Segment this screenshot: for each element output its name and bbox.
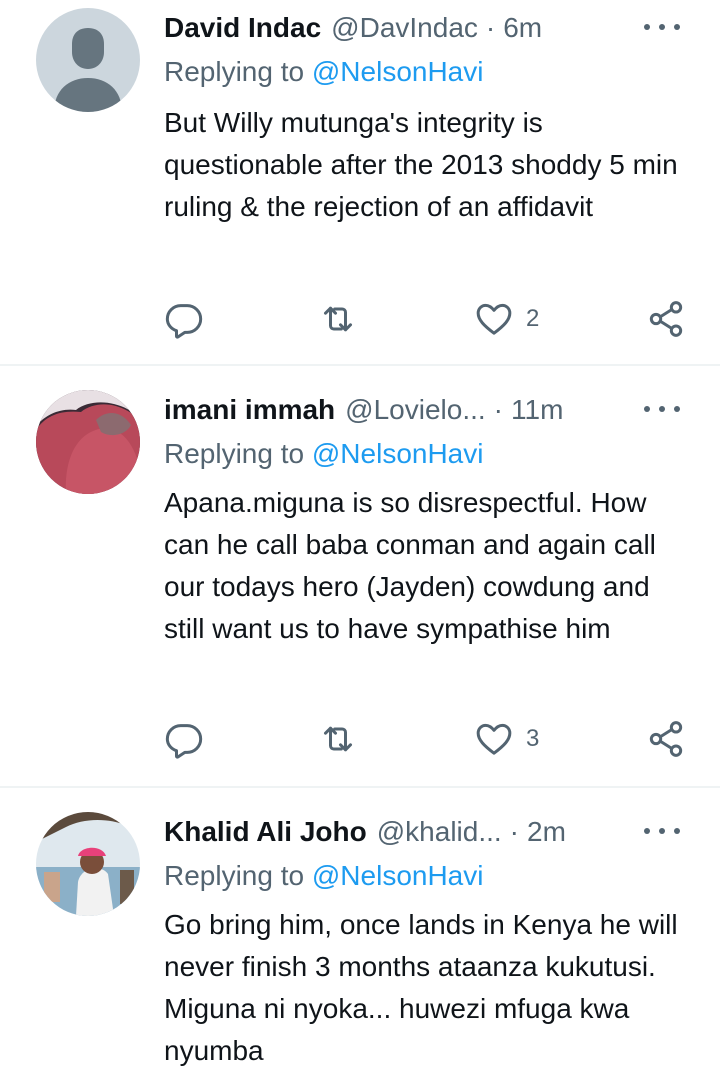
share-button[interactable] — [646, 294, 686, 344]
retweet-icon — [324, 306, 352, 332]
tweet-header: Khalid Ali Joho @khalid... · 2m — [164, 812, 690, 852]
tweet[interactable]: imani immah @Lovielo... · 11m Replying t… — [0, 368, 720, 788]
like-button[interactable]: 2 — [474, 294, 539, 344]
avatar[interactable] — [36, 390, 140, 494]
separator-dot: · — [509, 816, 519, 847]
mention-link[interactable]: @NelsonHavi — [312, 438, 484, 469]
default-avatar-icon — [36, 8, 140, 112]
tweet-text: Go bring him, once lands in Kenya he wil… — [164, 909, 678, 1066]
user-handle[interactable]: @Lovielo... — [345, 394, 486, 426]
display-name[interactable]: Khalid Ali Joho — [164, 816, 367, 848]
timestamp[interactable]: 2m — [527, 816, 566, 848]
tweet-header: David Indac @DavIndac · 6m — [164, 8, 690, 48]
tweet[interactable]: David Indac @DavIndac · 6m Replying to @… — [0, 0, 720, 366]
reply-icon — [165, 304, 203, 339]
share-icon — [649, 301, 683, 337]
reply-icon — [165, 724, 203, 759]
tweet-actions: 2 — [0, 294, 720, 344]
tweet-text: Apana.miguna is so disrespectful. How ca… — [164, 487, 656, 644]
reply-button[interactable] — [164, 714, 204, 764]
avatar[interactable] — [36, 812, 140, 916]
replying-to-label: Replying to — [164, 860, 305, 891]
separator-dot: · — [493, 394, 503, 425]
share-icon — [649, 721, 683, 757]
tweet[interactable]: Khalid Ali Joho @khalid... · 2m Replying… — [0, 790, 720, 1071]
user-handle[interactable]: @khalid... — [377, 816, 502, 848]
timestamp[interactable]: 6m — [503, 12, 542, 44]
replying-to: Replying to @NelsonHavi — [164, 438, 483, 470]
more-icon[interactable] — [644, 12, 680, 42]
like-count: 2 — [526, 305, 540, 332]
like-count: 3 — [526, 725, 540, 752]
tweet-header: imani immah @Lovielo... · 11m — [164, 390, 690, 430]
share-button[interactable] — [646, 714, 686, 764]
like-icon — [476, 303, 512, 335]
profile-photo-icon — [36, 390, 140, 494]
like-icon — [476, 723, 512, 755]
more-icon[interactable] — [644, 816, 680, 846]
separator-dot: · — [485, 12, 496, 43]
like-button[interactable]: 3 — [474, 714, 539, 764]
replying-to-label: Replying to — [164, 56, 305, 87]
avatar[interactable] — [36, 8, 140, 112]
retweet-icon — [324, 726, 352, 752]
retweet-button[interactable] — [318, 714, 358, 764]
reply-button[interactable] — [164, 294, 204, 344]
user-handle[interactable]: @DavIndac — [331, 12, 478, 44]
replying-to: Replying to @NelsonHavi — [164, 56, 483, 88]
more-icon[interactable] — [644, 394, 680, 424]
display-name[interactable]: David Indac — [164, 12, 321, 44]
tweet-text: But Willy mutunga's integrity is questio… — [164, 107, 678, 222]
replying-to: Replying to @NelsonHavi — [164, 860, 483, 892]
timestamp[interactable]: 11m — [511, 394, 563, 426]
retweet-button[interactable] — [318, 294, 358, 344]
replying-to-label: Replying to — [164, 438, 305, 469]
mention-link[interactable]: @NelsonHavi — [312, 56, 484, 87]
mention-link[interactable]: @NelsonHavi — [312, 860, 484, 891]
tweet-actions: 3 — [0, 714, 720, 764]
display-name[interactable]: imani immah — [164, 394, 335, 426]
profile-photo-icon — [36, 812, 140, 916]
